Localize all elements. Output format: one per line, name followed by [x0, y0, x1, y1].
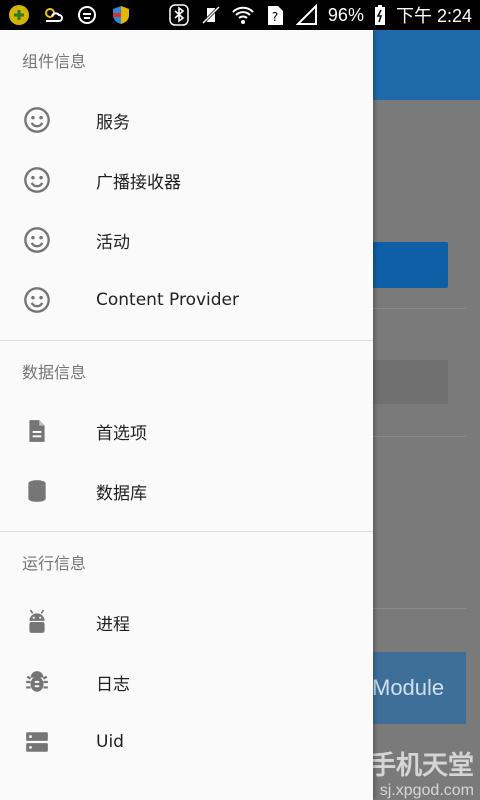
section-header: 数据信息: [22, 363, 87, 382]
svg-text:?: ?: [272, 10, 278, 24]
smiley-icon: [22, 105, 52, 135]
document-icon: [22, 416, 52, 446]
app-divider: [372, 436, 466, 437]
drawer-item-label: 活动: [96, 232, 130, 253]
battery-icon: [374, 5, 385, 25]
section-header: 组件信息: [22, 52, 87, 71]
vibrate-off-icon: [201, 5, 220, 25]
bluetooth-icon: [169, 4, 189, 26]
section-header: 运行信息: [22, 554, 87, 573]
watermark: 手机天堂 sj.xpgod.com: [370, 745, 474, 800]
app-divider: [372, 308, 466, 309]
drawer-item-label: 服务: [96, 112, 130, 133]
section-component-info: 组件信息 服务 广播接收器 活动 Content Provider: [0, 30, 373, 330]
weather-icon: [45, 8, 63, 22]
watermark-title: 手机天堂: [369, 750, 474, 780]
drawer-item-label: 日志: [96, 674, 130, 695]
section-runtime-info: 运行信息 进程 日志 Uid: [0, 532, 373, 772]
drawer-item-label: Uid: [96, 732, 124, 752]
navigation-drawer: 组件信息 服务 广播接收器 活动 Content Provider 数据信息 首…: [0, 30, 373, 800]
drawer-item-log[interactable]: 日志: [0, 652, 373, 712]
android-icon: [22, 607, 52, 637]
section-data-info: 数据信息 首选项 数据库: [0, 341, 373, 521]
sim-unknown-icon: ?: [267, 6, 283, 25]
wifi-icon: [232, 6, 254, 24]
status-bar: ? 96% 下午 2:24: [0, 0, 480, 30]
shield-icon: [113, 6, 129, 24]
drawer-item-database[interactable]: 数据库: [0, 461, 373, 521]
clock: 下午 2:24: [395, 6, 472, 26]
drawer-item-broadcast-receiver[interactable]: 广播接收器: [0, 150, 373, 210]
signal-icon: [295, 4, 317, 25]
drawer-item-label: 首选项: [96, 423, 147, 444]
app-gray-field: [372, 360, 448, 404]
drawer-item-label: 广播接收器: [96, 172, 181, 193]
app-notification-icon: [9, 5, 29, 25]
battery-percent: 96%: [327, 4, 364, 25]
drawer-item-label: Content Provider: [96, 290, 240, 310]
app-divider: [372, 608, 466, 609]
watermark-url: sj.xpgod.com: [379, 782, 474, 799]
module-button-label: Module: [372, 675, 445, 700]
drawer-item-label: 数据库: [96, 483, 147, 504]
server-icon: [22, 727, 52, 757]
drawer-item-activity[interactable]: 活动: [0, 210, 373, 270]
drawer-item-service[interactable]: 服务: [0, 90, 373, 150]
drawer-item-label: 进程: [96, 614, 130, 635]
drawer-item-uid[interactable]: Uid: [0, 712, 373, 772]
drawer-item-preferences[interactable]: 首选项: [0, 401, 373, 461]
drawer-item-process[interactable]: 进程: [0, 592, 373, 652]
app-primary-button: [372, 242, 448, 288]
smiley-icon: [22, 165, 52, 195]
drawer-item-content-provider[interactable]: Content Provider: [0, 270, 373, 330]
smiley-icon: [22, 225, 52, 255]
smiley-icon: [22, 285, 52, 315]
database-icon: [22, 476, 52, 506]
module-button: Module: [372, 652, 466, 724]
face-notification-icon: [78, 6, 96, 24]
bug-icon: [22, 667, 52, 697]
